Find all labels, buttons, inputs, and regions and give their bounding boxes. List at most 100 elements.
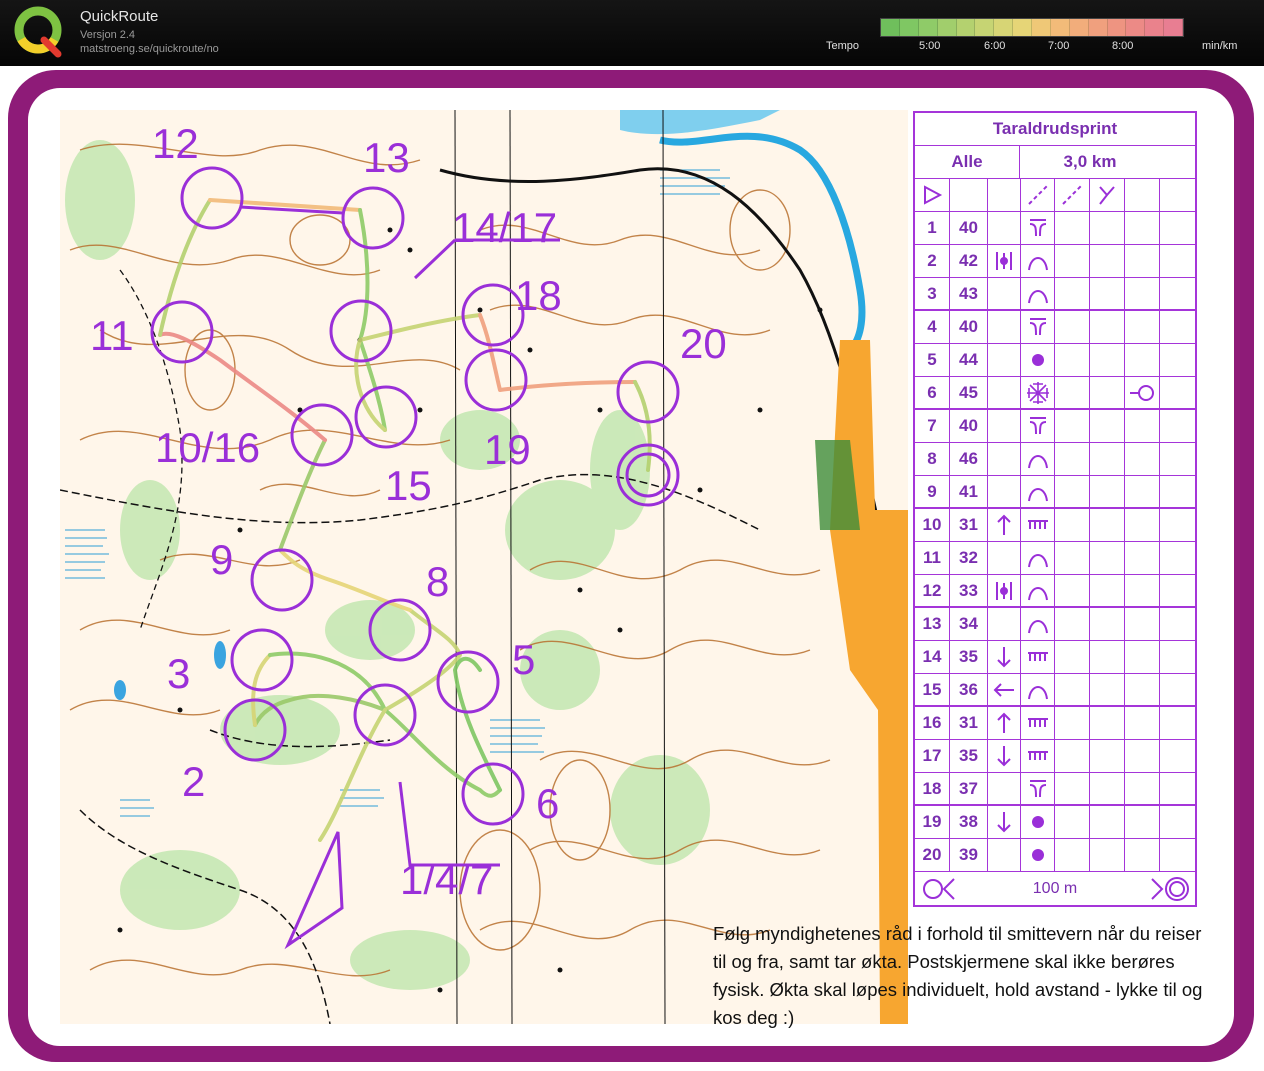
direction-cell <box>988 839 1021 871</box>
empty-cell <box>1055 344 1090 376</box>
control-code: 37 <box>950 773 988 804</box>
map-canvas[interactable]: 12 13 14/17 11 18 20 10/16 19 15 9 8 3 5 2 6 1/4/7 <box>60 110 908 1024</box>
pace-color-segment <box>881 19 900 36</box>
empty-cell <box>1055 311 1090 343</box>
control-number: 13 <box>915 608 950 640</box>
control-label-9: 9 <box>210 536 233 583</box>
empty-cell <box>1160 674 1195 705</box>
control-description-table: Taraldrudsprint Alle 3,0 km 1 40 2 42 3 43 4 40… <box>913 111 1197 907</box>
control-code: 35 <box>950 740 988 772</box>
control-code: 34 <box>950 608 988 640</box>
direction-cell <box>988 377 1021 408</box>
direction-between-icon <box>988 245 1021 277</box>
empty-cell <box>1160 839 1195 871</box>
empty-cell <box>1090 443 1125 475</box>
empty-cell <box>1090 311 1125 343</box>
knoll-icon <box>1021 476 1055 507</box>
notice-text: Følg myndighetenes råd i forhold til smi… <box>713 923 1203 1028</box>
empty-cell <box>1055 641 1090 673</box>
desc-control-row: 6 45 <box>915 377 1195 410</box>
control-number: 5 <box>915 344 950 376</box>
empty-cell <box>1160 806 1195 838</box>
pace-color-segment <box>975 19 995 36</box>
control-code: 35 <box>950 641 988 673</box>
control-label-20: 20 <box>680 320 727 367</box>
desc-control-row: 15 36 <box>915 674 1195 707</box>
empty-cell <box>1055 245 1090 277</box>
control-number: 11 <box>915 542 950 574</box>
desc-control-row: 9 41 <box>915 476 1195 509</box>
reentrant-end-icon <box>1021 773 1055 804</box>
pace-color-segment <box>1164 19 1183 36</box>
pace-color-segment <box>1069 19 1089 36</box>
knoll-icon <box>1021 443 1055 475</box>
empty-cell <box>1125 245 1160 277</box>
pace-color-segment <box>1107 19 1127 36</box>
cliff-icon <box>1021 509 1055 541</box>
direction-up-icon <box>988 509 1021 541</box>
reentrant-end-icon <box>1021 311 1055 343</box>
empty-cell <box>1090 674 1125 705</box>
empty-cell <box>1090 707 1125 739</box>
empty-cell <box>1160 212 1195 244</box>
direction-cell <box>988 443 1021 475</box>
pace-color-segment <box>1013 19 1032 36</box>
reentrant-end-icon <box>1021 212 1055 244</box>
control-number: 15 <box>915 674 950 705</box>
empty-cell <box>1125 212 1160 244</box>
empty-cell <box>1055 839 1090 871</box>
control-label-5: 5 <box>512 636 535 683</box>
empty-cell <box>1125 278 1160 309</box>
empty-cell <box>1160 608 1195 640</box>
empty-cell <box>1090 773 1125 804</box>
knoll-icon <box>1021 575 1055 606</box>
empty-cell <box>1125 443 1160 475</box>
control-label-6: 6 <box>536 780 559 827</box>
control-code: 41 <box>950 476 988 507</box>
control-number: 18 <box>915 773 950 804</box>
empty-cell <box>1160 542 1195 574</box>
empty-cell <box>1090 476 1125 507</box>
orienteering-map[interactable]: 12 13 14/17 11 18 20 10/16 19 15 9 8 3 5 2 6 1/4/7 <box>60 110 908 1024</box>
empty-cell <box>1090 212 1125 244</box>
empty-cell <box>1160 740 1195 772</box>
direction-up-icon <box>988 707 1021 739</box>
control-code: 40 <box>950 212 988 244</box>
empty-cell <box>1090 344 1125 376</box>
control-label-15: 15 <box>385 462 432 509</box>
finish-left-icon <box>915 872 965 905</box>
finish-distance: 100 m <box>1032 879 1078 897</box>
desc-control-row: 18 37 <box>915 773 1195 806</box>
control-code: 36 <box>950 674 988 705</box>
control-number: 6 <box>915 377 950 408</box>
control-number: 4 <box>915 311 950 343</box>
empty-cell <box>1055 410 1090 442</box>
desc-start-row <box>915 179 1195 212</box>
desc-control-row: 19 38 <box>915 806 1195 839</box>
empty-cell <box>1090 575 1125 606</box>
knoll-icon <box>1021 245 1055 277</box>
empty-cell <box>1160 245 1195 277</box>
empty-cell <box>1090 410 1125 442</box>
control-code: 39 <box>950 839 988 871</box>
pace-color-segment <box>937 19 957 36</box>
control-label-1-4-7: 1/4/7 <box>400 856 493 903</box>
event-name: Taraldrudsprint <box>992 119 1118 138</box>
empty-cell <box>1125 740 1160 772</box>
empty-cell <box>1090 542 1125 574</box>
pace-color-segment <box>1050 19 1070 36</box>
pace-color-segment <box>994 19 1014 36</box>
cliff-icon <box>1021 641 1055 673</box>
app-url[interactable]: matstroeng.se/quickroute/no <box>80 43 219 55</box>
control-label-12: 12 <box>152 120 199 167</box>
empty-cell <box>1125 509 1160 541</box>
pond <box>214 641 226 669</box>
direction-cell <box>988 212 1021 244</box>
empty-cell <box>1090 509 1125 541</box>
control-label-13: 13 <box>363 134 410 181</box>
reentrant-end-icon <box>1021 410 1055 442</box>
pace-color-segment <box>1032 19 1051 36</box>
pace-tick: 8:00 <box>1112 40 1134 52</box>
empty-cell <box>1090 608 1125 640</box>
crossing-point-icon <box>1055 179 1090 211</box>
